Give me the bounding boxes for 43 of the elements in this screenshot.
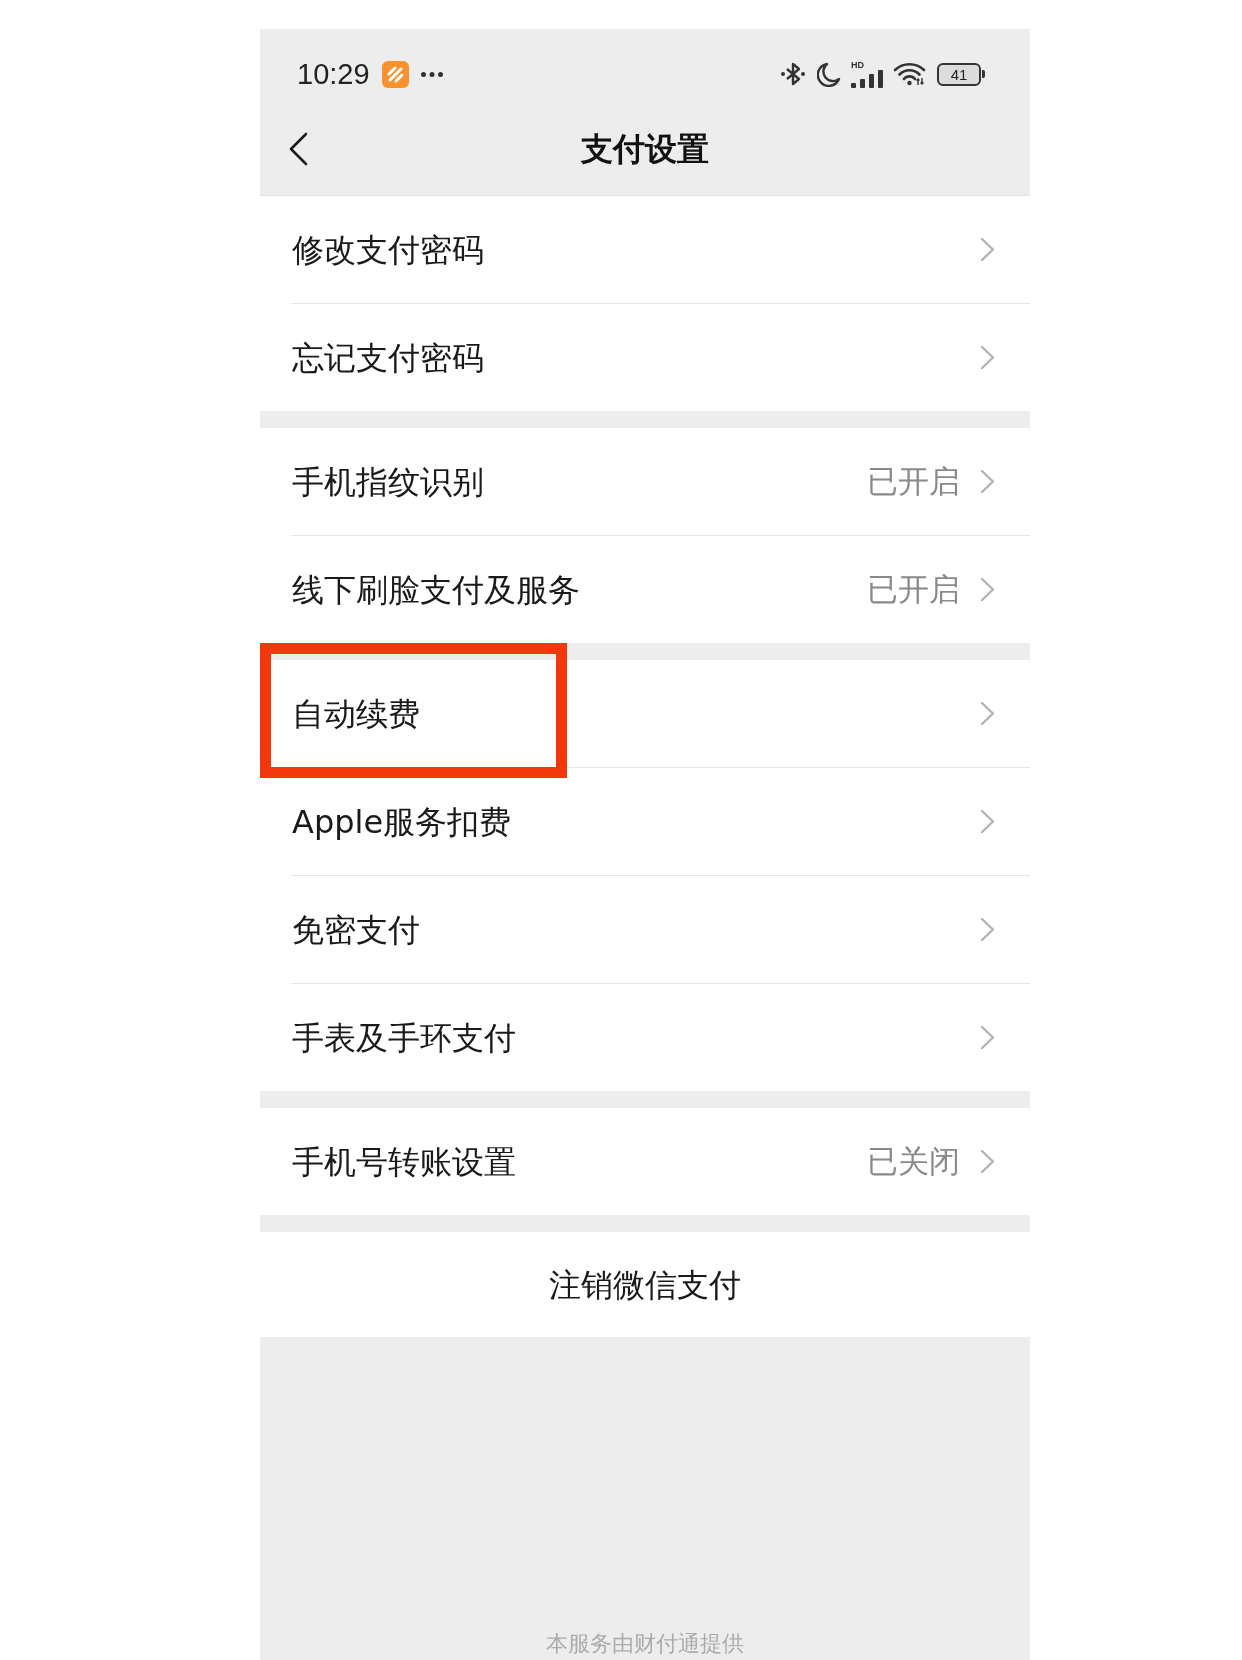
settings-row[interactable]: 手机指纹识别 已开启 — [260, 428, 1030, 535]
row-label: 忘记支付密码 — [292, 341, 484, 374]
chevron-right-icon — [980, 237, 995, 262]
row-label: 线下刷脸支付及服务 — [292, 573, 580, 606]
chevron-right-icon — [980, 345, 995, 370]
chevron-right-icon — [980, 917, 995, 942]
bluetooth-icon — [780, 61, 806, 87]
cancel-payment-button[interactable]: 注销微信支付 — [260, 1232, 1030, 1337]
chevron-right-icon — [980, 1149, 995, 1174]
chevron-right-icon — [980, 469, 995, 494]
row-label: 手机号转账设置 — [292, 1145, 516, 1178]
back-button[interactable] — [287, 132, 309, 166]
row-label: 修改支付密码 — [292, 233, 484, 266]
network-type-label: HD — [851, 60, 864, 70]
page-title: 支付设置 — [581, 133, 709, 165]
status-value: 已关闭 — [867, 1146, 960, 1177]
signal-icon — [851, 69, 883, 88]
chevron-right-icon — [980, 809, 995, 834]
chevron-right-icon — [980, 577, 995, 602]
moon-icon — [817, 61, 841, 87]
settings-row[interactable]: 手表及手环支付 — [260, 984, 1030, 1091]
battery-percent: 41 — [950, 66, 968, 82]
row-label: 免密支付 — [292, 913, 420, 946]
row-label: Apple服务扣费 — [292, 805, 512, 838]
chevron-right-icon — [980, 701, 995, 726]
row-label: 手机指纹识别 — [292, 465, 484, 498]
back-chevron-icon — [288, 132, 308, 166]
row-label: 手表及手环支付 — [292, 1021, 516, 1054]
settings-row[interactable]: 手机号转账设置 已关闭 — [260, 1108, 1030, 1215]
settings-row[interactable]: 忘记支付密码 — [260, 304, 1030, 411]
settings-row[interactable]: 线下刷脸支付及服务 已开启 — [260, 536, 1030, 643]
chevron-right-icon — [980, 1025, 995, 1050]
wifi-icon — [893, 62, 926, 86]
status-time: 10:29 — [297, 59, 370, 89]
status-value: 已开启 — [867, 466, 960, 497]
provider-note: 本服务由财付通提供 — [546, 1631, 744, 1657]
settings-row[interactable]: Apple服务扣费 — [260, 768, 1030, 875]
settings-row[interactable]: 免密支付 — [260, 876, 1030, 983]
more-dots-icon — [420, 71, 443, 77]
app-icon — [381, 60, 409, 88]
status-value: 已开启 — [867, 574, 960, 605]
settings-row[interactable]: 修改支付密码 — [260, 196, 1030, 303]
row-label: 自动续费 — [292, 697, 420, 730]
